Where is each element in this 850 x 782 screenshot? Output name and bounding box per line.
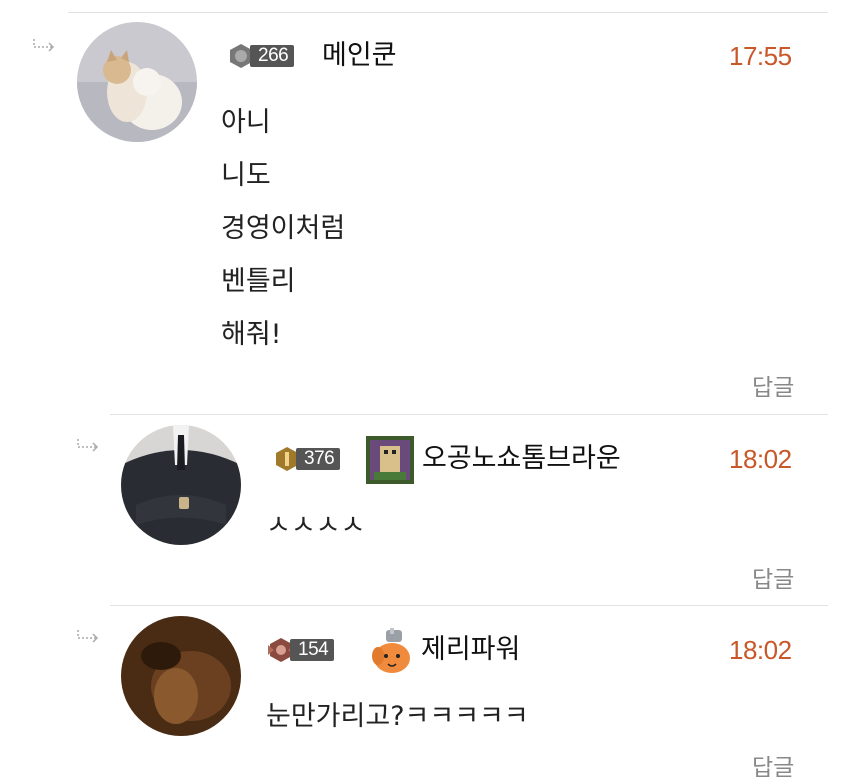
comment-divider xyxy=(110,605,828,606)
reply-arrow-icon xyxy=(77,630,99,643)
dark-avatar-icon xyxy=(121,616,241,736)
avatar[interactable] xyxy=(77,22,197,142)
comment-line: 니도 xyxy=(221,160,271,191)
avatar[interactable] xyxy=(121,425,241,545)
comment-divider xyxy=(110,414,828,415)
avatar[interactable] xyxy=(121,616,241,736)
username[interactable]: 오공노쇼톰브라운 xyxy=(422,442,621,476)
timestamp: 17:55 xyxy=(729,41,792,71)
reply-button[interactable]: 답글 xyxy=(752,560,794,594)
comment-divider xyxy=(68,12,828,13)
suit-avatar-icon xyxy=(121,425,241,545)
level-badge: 154 xyxy=(268,636,335,664)
comment-line: 눈만가리고?ㅋㅋㅋㅋㅋ xyxy=(266,701,529,732)
cat-avatar-icon xyxy=(77,22,197,142)
comment-line: 경영이처럼 xyxy=(221,213,346,244)
comment-line: ㅅㅅㅅㅅ xyxy=(266,510,366,541)
pixel-art-icon xyxy=(366,436,414,484)
comment-line: 아니 xyxy=(221,107,271,138)
reply-button[interactable]: 답글 xyxy=(752,748,794,782)
level-badge: 376 xyxy=(274,445,341,473)
reply-arrow-icon xyxy=(77,439,99,452)
level-number: 376 xyxy=(296,448,341,470)
comment-line: 벤틀리 xyxy=(221,266,296,297)
reply-arrow-icon xyxy=(33,39,55,52)
level-number: 266 xyxy=(250,45,295,67)
level-badge: 266 xyxy=(228,42,295,70)
reply-button[interactable]: 답글 xyxy=(752,368,794,402)
timestamp: 18:02 xyxy=(729,444,792,474)
username[interactable]: 메인쿤 xyxy=(322,39,397,73)
chainsaw-dog-icon xyxy=(372,628,410,673)
username[interactable]: 제리파워 xyxy=(421,633,520,667)
comment-line: 해줘! xyxy=(221,319,282,350)
timestamp: 18:02 xyxy=(729,635,792,665)
level-number: 154 xyxy=(290,639,335,661)
